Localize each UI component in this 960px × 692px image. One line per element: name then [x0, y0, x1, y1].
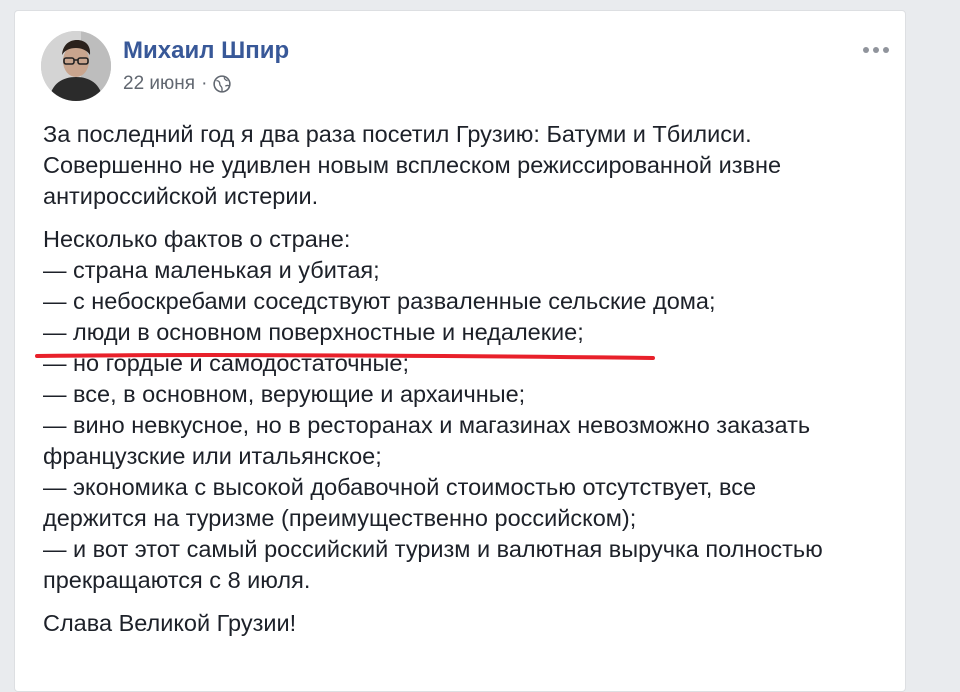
post-text: За последний год я два раза посетил Груз…	[43, 119, 903, 651]
text-line: Несколько фактов о стране:	[43, 226, 351, 252]
list-item: — но гордые и самодостаточные;	[43, 350, 409, 376]
paragraph-closing: Слава Великой Грузии!	[43, 608, 903, 639]
text-line: Слава Великой Грузии!	[43, 610, 297, 636]
list-item-continuation: держится на туризме (преимущественно рос…	[43, 505, 637, 531]
paragraph-facts: Несколько фактов о стране: — страна мале…	[43, 224, 903, 596]
globe-icon[interactable]	[213, 75, 232, 93]
paragraph-intro: За последний год я два раза посетил Груз…	[43, 119, 903, 212]
list-item-continuation: прекращаются с 8 июля.	[43, 567, 311, 593]
list-item-continuation: французские или итальянское;	[43, 443, 382, 469]
more-options-icon[interactable]	[860, 41, 892, 59]
author-name[interactable]: Михаил Шпир	[123, 37, 289, 65]
list-item: — вино невкусное, но в ресторанах и мага…	[43, 412, 811, 438]
list-item: — с небоскребами соседствуют разваленные…	[43, 288, 716, 314]
list-item: — страна маленькая и убитая;	[43, 257, 380, 283]
text-line: Совершенно не удивлен новым всплеском ре…	[43, 152, 782, 178]
text-line: За последний год я два раза посетил Груз…	[43, 121, 752, 147]
post-date[interactable]: 22 июня	[123, 73, 195, 95]
avatar[interactable]	[41, 31, 111, 101]
list-item: — все, в основном, верующие и архаичные;	[43, 381, 526, 407]
post-meta: 22 июня ·	[123, 73, 232, 95]
avatar-photo	[41, 31, 111, 101]
list-item: — и вот этот самый российский туризм и в…	[43, 536, 823, 562]
text-line: антироссийской истерии.	[43, 183, 319, 209]
post-card: Михаил Шпир 22 июня · За последний год я…	[14, 10, 906, 692]
list-item-highlighted: — люди в основном поверхностные и недале…	[43, 319, 584, 345]
list-item: — экономика с высокой добавочной стоимос…	[43, 474, 757, 500]
meta-separator: ·	[201, 73, 208, 94]
